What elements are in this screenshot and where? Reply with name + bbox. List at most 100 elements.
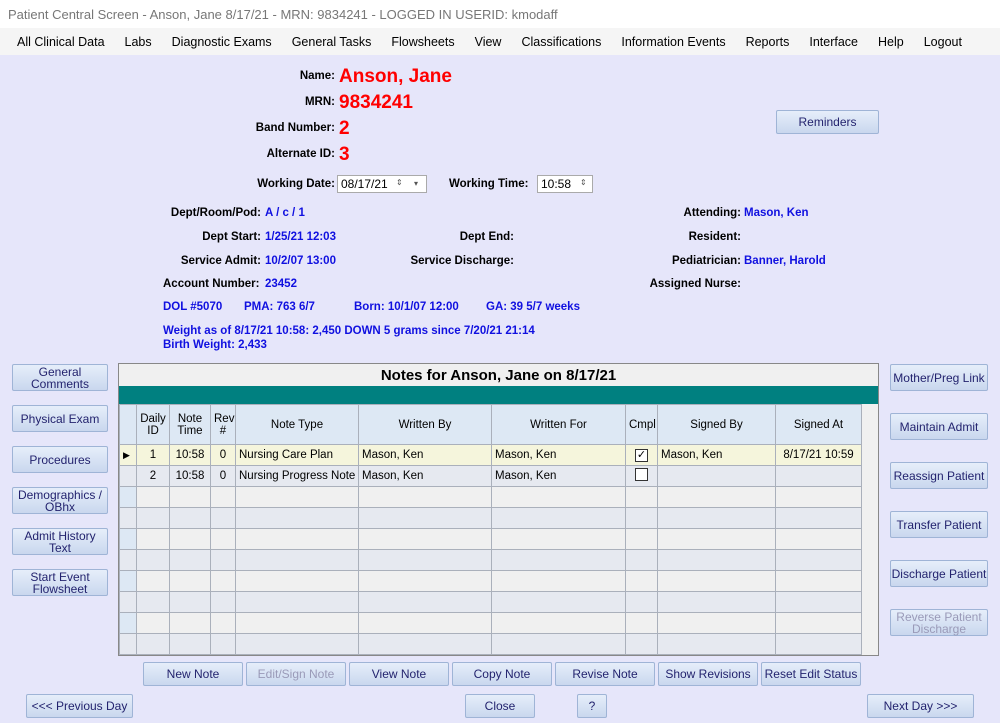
empty-cell — [491, 633, 626, 655]
menu-help[interactable]: Help — [878, 35, 904, 49]
col-signed-at[interactable]: Signed At — [775, 404, 862, 445]
empty-cell — [210, 612, 236, 634]
copy-note-button[interactable]: Copy Note — [452, 662, 552, 686]
empty-cell — [210, 549, 236, 571]
empty-cell — [775, 528, 862, 550]
next-day-button[interactable]: Next Day >>> — [867, 694, 974, 718]
empty-row — [119, 591, 862, 613]
col-daily-id[interactable]: Daily ID — [136, 404, 170, 445]
menu-labs[interactable]: Labs — [125, 35, 152, 49]
empty-cell — [119, 528, 137, 550]
general-comments-button[interactable]: General Comments — [12, 364, 108, 391]
empty-cell — [136, 507, 170, 529]
empty-row — [119, 570, 862, 592]
menu-view[interactable]: View — [475, 35, 502, 49]
gestational-age: GA: 39 5/7 weeks — [486, 301, 580, 313]
dept-start-label: Dept Start: — [202, 231, 261, 243]
empty-cell — [625, 549, 658, 571]
menu-reports[interactable]: Reports — [746, 35, 790, 49]
empty-cell — [358, 570, 492, 592]
transfer-patient-button[interactable]: Transfer Patient — [890, 511, 988, 538]
cmpl-checkbox[interactable]: ✓ — [635, 448, 648, 462]
revise-note-button[interactable]: Revise Note — [555, 662, 655, 686]
menu-logout[interactable]: Logout — [924, 35, 962, 49]
menu-all-clinical-data[interactable]: All Clinical Data — [17, 35, 105, 49]
empty-cell — [210, 570, 236, 592]
col-written-for[interactable]: Written For — [491, 404, 626, 445]
admit-history-text-button[interactable]: Admit History Text — [12, 528, 108, 555]
working-time-field[interactable]: 10:58 ⇕ — [537, 175, 593, 193]
spinner-icon[interactable]: ⇕ — [580, 177, 587, 188]
col-cmpl[interactable]: Cmpl — [625, 404, 658, 445]
col-note-time[interactable]: Note Time — [169, 404, 211, 445]
maintain-admit-button[interactable]: Maintain Admit — [890, 413, 988, 440]
empty-cell — [775, 633, 862, 655]
cell-written-by: Mason, Ken — [358, 444, 492, 466]
dropdown-icon[interactable]: ▾ — [414, 178, 418, 189]
cell-note-time: 10:58 — [169, 465, 211, 487]
procedures-button[interactable]: Procedures — [12, 446, 108, 473]
spinner-icon[interactable]: ⇕ — [396, 177, 403, 188]
start-event-flowsheet-button[interactable]: Start Event Flowsheet — [12, 569, 108, 596]
previous-day-button[interactable]: <<< Previous Day — [26, 694, 133, 718]
cell-rev: 0 — [210, 465, 236, 487]
table-row[interactable]: 2 10:58 0 Nursing Progress Note Mason, K… — [119, 465, 862, 487]
discharge-patient-button[interactable]: Discharge Patient — [890, 560, 988, 587]
menu-diagnostic-exams[interactable]: Diagnostic Exams — [172, 35, 272, 49]
band-label: Band Number: — [255, 122, 335, 134]
dept-room-pod-value: A / c / 1 — [265, 207, 305, 219]
cmpl-checkbox[interactable] — [635, 468, 648, 481]
empty-cell — [491, 528, 626, 550]
empty-cell — [657, 486, 776, 508]
empty-cell — [657, 528, 776, 550]
empty-cell — [491, 486, 626, 508]
mother-preg-link-button[interactable]: Mother/Preg Link — [890, 364, 988, 391]
empty-cell — [358, 612, 492, 634]
show-revisions-button[interactable]: Show Revisions — [658, 662, 758, 686]
row-header — [119, 465, 137, 487]
table-row[interactable]: ▶ 1 10:58 0 Nursing Care Plan Mason, Ken… — [119, 444, 862, 466]
menu-classifications[interactable]: Classifications — [521, 35, 601, 49]
empty-cell — [169, 507, 211, 529]
empty-cell — [210, 486, 236, 508]
dept-room-pod-label: Dept/Room/Pod: — [170, 207, 261, 219]
menu-interface[interactable]: Interface — [809, 35, 858, 49]
empty-row — [119, 528, 862, 550]
col-signed-by[interactable]: Signed By — [657, 404, 776, 445]
cell-daily-id: 1 — [136, 444, 170, 466]
born: Born: 10/1/07 12:00 — [354, 301, 459, 313]
help-button[interactable]: ? — [577, 694, 607, 718]
col-written-by[interactable]: Written By — [358, 404, 492, 445]
empty-cell — [775, 549, 862, 571]
empty-cell — [625, 507, 658, 529]
menu-information-events[interactable]: Information Events — [621, 35, 725, 49]
reset-edit-status-button[interactable]: Reset Edit Status — [761, 662, 861, 686]
new-note-button[interactable]: New Note — [143, 662, 243, 686]
account-number-value: 23452 — [265, 278, 297, 290]
close-button[interactable]: Close — [465, 694, 535, 718]
working-date-picker[interactable]: 08/17/21 ⇕ ▾ — [337, 175, 427, 193]
reminders-button[interactable]: Reminders — [776, 110, 879, 134]
empty-cell — [358, 507, 492, 529]
demographics-obhx-button[interactable]: Demographics / OBhx — [12, 487, 108, 514]
working-date-value: 08/17/21 — [341, 177, 388, 191]
cell-cmpl: ✓ — [625, 444, 658, 466]
col-note-type[interactable]: Note Type — [235, 404, 359, 445]
reassign-patient-button[interactable]: Reassign Patient — [890, 462, 988, 489]
mrn-label: MRN: — [304, 96, 335, 108]
working-time-value: 10:58 — [541, 177, 572, 191]
view-note-button[interactable]: View Note — [349, 662, 449, 686]
reverse-patient-discharge-button: Reverse Patient Discharge — [890, 609, 988, 636]
menu-flowsheets[interactable]: Flowsheets — [391, 35, 454, 49]
cell-signed-at — [775, 465, 862, 487]
empty-cell — [491, 549, 626, 571]
cell-rev: 0 — [210, 444, 236, 466]
physical-exam-button[interactable]: Physical Exam — [12, 405, 108, 432]
pediatrician-label: Pediatrician: — [671, 255, 741, 267]
col-rev[interactable]: Rev # — [210, 404, 236, 445]
cell-written-for: Mason, Ken — [491, 444, 626, 466]
notes-table: Daily ID Note Time Rev # Note Type Writt… — [119, 404, 862, 655]
cell-note-type: Nursing Care Plan — [235, 444, 359, 466]
menu-general-tasks[interactable]: General Tasks — [292, 35, 372, 49]
empty-cell — [491, 612, 626, 634]
